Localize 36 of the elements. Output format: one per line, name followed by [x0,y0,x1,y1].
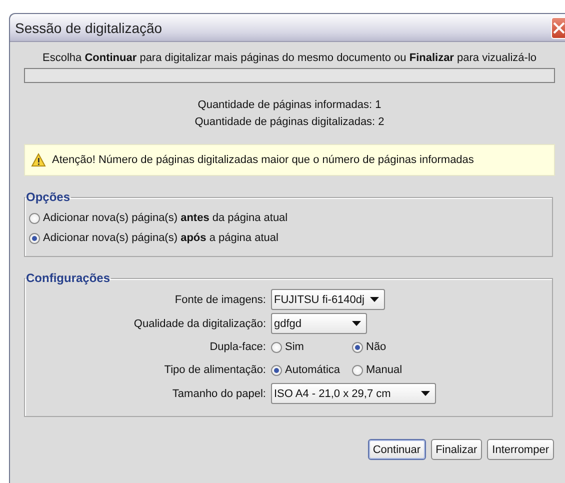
radio-label: Sim [285,341,304,353]
radio-label: Adicionar nova(s) página(s) após a página atual [43,232,278,244]
close-icon [552,22,565,34]
count-text: Quantidade de páginas digitalizadas: 2 [194,116,384,128]
dialog-button[interactable]: Interromper [487,439,554,460]
radio-label: Adicionar nova(s) página(s) antes da página atual [43,212,288,224]
caret-icon [421,391,430,396]
close-button[interactable] [551,16,565,38]
dropdown[interactable]: gdfgd [271,313,367,334]
field-label: Dupla-face: [208,341,266,353]
radio-button[interactable] [29,232,40,244]
caret-icon [352,321,361,326]
radio-button[interactable] [352,364,363,376]
field-label: Tamanho do papel: [171,388,266,400]
count-text: Quantidade de páginas informadas: 1 [198,99,382,111]
dropdown[interactable]: FUJITSU fi-6140dj [271,289,385,310]
field-label: Qualidade da digitalização: [132,318,266,330]
radio-button[interactable] [271,342,282,352]
field-label: Fonte de imagens: [174,294,266,306]
radio-label: Manual [366,364,402,376]
group-title: Configurações [25,271,112,285]
radio-label: Automática [285,364,340,376]
warning-text: Atenção! Número de páginas digitalizadas maior que o número de páginas informadas [52,154,474,166]
group-title: Opções [25,190,72,204]
instruction-text: Escolha Continuar para digitalizar mais páginas do mesmo documento ou Finalizar para vizualizá-lo [41,52,538,64]
radio-label: Não [366,341,386,353]
window-title: Sessão de digitalização [15,20,162,36]
radio-button[interactable] [271,364,282,376]
warning-icon [31,153,46,167]
radio-button[interactable] [352,342,363,352]
dialog-button[interactable]: Finalizar [430,439,482,460]
radio-button[interactable] [29,212,40,224]
dropdown[interactable]: ISO A4 - 21,0 x 29,7 cm [271,383,436,404]
field-label: Tipo de alimentação: [163,364,266,376]
caret-icon [370,297,379,302]
dialog-button[interactable]: Continuar [368,439,426,460]
